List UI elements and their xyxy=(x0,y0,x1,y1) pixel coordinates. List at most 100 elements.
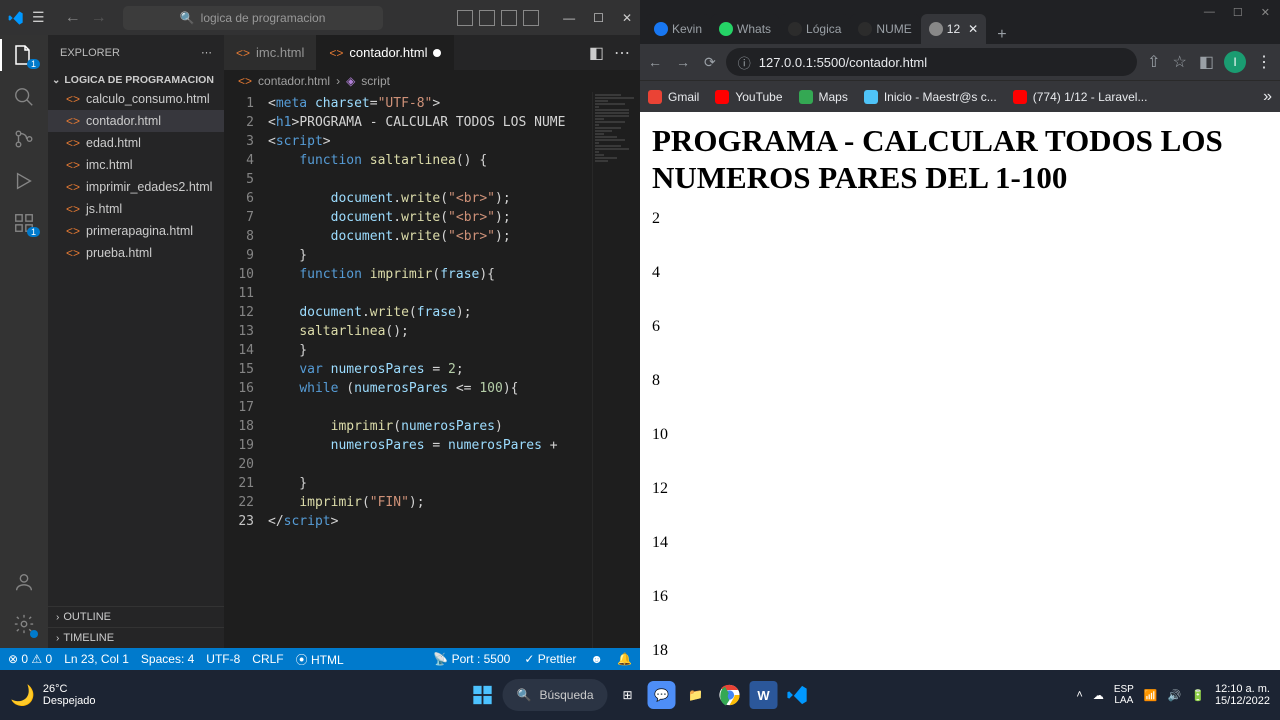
new-tab-button[interactable]: + xyxy=(987,26,1016,44)
taskbar-clock[interactable]: 12:10 a. m. 15/12/2022 xyxy=(1215,683,1270,707)
task-view-icon[interactable]: ⊞ xyxy=(614,681,642,709)
editor-tab[interactable]: <>imc.html xyxy=(224,35,317,70)
search-icon: 🔍 xyxy=(517,688,532,702)
search-activity-icon[interactable] xyxy=(12,85,36,109)
outline-section[interactable]: ›OUTLINE xyxy=(48,606,224,627)
browser-reload-icon[interactable]: ⟳ xyxy=(704,54,716,71)
file-item[interactable]: <>imprimir_edades2.html xyxy=(48,176,224,198)
vscode-app-icon[interactable] xyxy=(784,681,812,709)
browser-tab[interactable]: Kevin xyxy=(646,14,710,44)
explorer-more-icon[interactable]: ⋯ xyxy=(201,46,212,59)
status-lang[interactable]: ⦿ HTML xyxy=(296,651,344,668)
browser-tab[interactable]: 12✕ xyxy=(921,14,986,44)
status-encoding[interactable]: UTF-8 xyxy=(206,652,240,666)
status-notifications-icon[interactable]: 🔔 xyxy=(617,652,632,666)
start-button[interactable] xyxy=(469,681,497,709)
layout-panel-bottom-icon[interactable] xyxy=(479,10,495,26)
browser-tab[interactable]: Whats xyxy=(711,14,779,44)
editor-area: <>imc.html<>contador.html ◧ ⋯ <> contado… xyxy=(224,35,640,648)
browser-minimize-icon[interactable]: — xyxy=(1204,6,1215,19)
run-debug-activity-icon[interactable] xyxy=(12,169,36,193)
window-close-icon[interactable]: ✕ xyxy=(622,11,632,25)
timeline-label: TIMELINE xyxy=(63,632,114,644)
bookmark-star-icon[interactable]: ☆ xyxy=(1173,52,1187,72)
extensions-activity-icon[interactable]: 1 xyxy=(12,211,36,235)
bookmark-item[interactable]: (774) 1/12 - Laravel... xyxy=(1013,90,1148,104)
taskbar-search[interactable]: 🔍 Búsqueda xyxy=(503,679,608,711)
nav-forward-icon[interactable]: → xyxy=(91,9,107,27)
window-minimize-icon[interactable]: — xyxy=(563,11,575,25)
tab-close-icon[interactable]: ✕ xyxy=(968,22,978,36)
status-eol[interactable]: CRLF xyxy=(252,652,283,666)
status-spaces[interactable]: Spaces: 4 xyxy=(141,652,194,666)
chevron-right-icon: › xyxy=(56,633,59,644)
explorer-app-icon[interactable]: 📁 xyxy=(682,681,710,709)
timeline-section[interactable]: › TIMELINE xyxy=(48,627,224,648)
bookmark-item[interactable]: Maps xyxy=(799,90,848,104)
command-center-search[interactable]: 🔍 logica de programacion xyxy=(123,6,383,30)
folder-header[interactable]: ⌄ LOGICA DE PROGRAMACION xyxy=(48,72,224,88)
bookmark-item[interactable]: Gmail xyxy=(648,90,699,104)
window-maximize-icon[interactable]: ☐ xyxy=(593,11,604,25)
editor-tab[interactable]: <>contador.html xyxy=(317,35,454,70)
taskbar-weather[interactable]: 🌙 26°C Despejado xyxy=(10,683,96,708)
tray-chevron-icon[interactable]: ˄ xyxy=(1076,689,1082,701)
sidepanel-icon[interactable]: ◧ xyxy=(1199,52,1214,72)
browser-tab[interactable]: NUME xyxy=(850,14,919,44)
bookmark-item[interactable]: YouTube xyxy=(715,90,782,104)
layout-panel-right-icon[interactable] xyxy=(501,10,517,26)
tray-volume-icon[interactable]: 🔊 xyxy=(1168,689,1182,702)
status-cursor[interactable]: Ln 23, Col 1 xyxy=(64,652,129,666)
share-icon[interactable]: ⇧ xyxy=(1147,52,1160,72)
breadcrumb-file: contador.html xyxy=(258,74,330,88)
file-item[interactable]: <>js.html xyxy=(48,198,224,220)
source-control-activity-icon[interactable] xyxy=(12,127,36,151)
accounts-activity-icon[interactable] xyxy=(12,570,36,594)
nav-back-icon[interactable]: ← xyxy=(65,9,81,27)
editor-more-icon[interactable]: ⋯ xyxy=(614,43,630,63)
browser-forward-icon[interactable]: → xyxy=(676,54,690,71)
browser-maximize-icon[interactable]: ☐ xyxy=(1233,6,1243,19)
file-name: js.html xyxy=(86,202,122,216)
file-item[interactable]: <>edad.html xyxy=(48,132,224,154)
tray-wifi-icon[interactable]: 📶 xyxy=(1144,689,1158,702)
browser-back-icon[interactable]: ← xyxy=(648,54,662,71)
tray-onedrive-icon[interactable]: ☁ xyxy=(1093,689,1104,702)
split-editor-icon[interactable]: ◧ xyxy=(589,43,604,63)
file-item[interactable]: <>imc.html xyxy=(48,154,224,176)
tray-battery-icon[interactable]: 🔋 xyxy=(1191,689,1205,702)
tab-label: imc.html xyxy=(256,45,304,60)
chrome-app-icon[interactable] xyxy=(716,681,744,709)
file-item[interactable]: <>prueba.html xyxy=(48,242,224,264)
status-prettier[interactable]: ✓ Prettier xyxy=(524,652,576,666)
code-editor[interactable]: 1234567891011121314151617181920212223 <m… xyxy=(224,92,640,648)
status-errors[interactable]: ⊗ 0 ⚠ 0 xyxy=(8,652,52,666)
file-item[interactable]: <>contador.html xyxy=(48,110,224,132)
layout-customize-icon[interactable] xyxy=(523,10,539,26)
file-item[interactable]: <>calculo_consumo.html xyxy=(48,88,224,110)
breadcrumb[interactable]: <> contador.html › ◈ script xyxy=(224,70,640,92)
status-feedback-icon[interactable]: ☻ xyxy=(590,652,603,666)
browser-viewport: PROGRAMA - CALCULAR TODOS LOS NUMEROS PA… xyxy=(640,112,1280,670)
explorer-activity-icon[interactable]: 1 xyxy=(12,43,36,67)
taskbar-language[interactable]: ESP LAA xyxy=(1114,684,1134,706)
status-port[interactable]: 📡 Port : 5500 xyxy=(433,652,510,666)
minimap[interactable] xyxy=(592,92,640,648)
browser-close-icon[interactable]: ✕ xyxy=(1261,6,1270,19)
browser-menu-icon[interactable]: ⋮ xyxy=(1256,52,1272,72)
browser-tab[interactable]: Lógica xyxy=(780,14,849,44)
layout-panel-left-icon[interactable] xyxy=(457,10,473,26)
chevron-right-icon: › xyxy=(336,74,340,88)
bookmark-item[interactable]: Inicio - Maestr@s c... xyxy=(864,90,997,104)
profile-avatar[interactable]: I xyxy=(1224,51,1246,73)
chat-app-icon[interactable]: 💬 xyxy=(648,681,676,709)
word-app-icon[interactable]: W xyxy=(750,681,778,709)
site-info-icon[interactable]: ⓘ xyxy=(738,53,751,72)
code-content: <meta charset="UTF-8"> <h1>PROGRAMA - CA… xyxy=(268,92,592,648)
vscode-logo-icon xyxy=(8,10,24,26)
settings-activity-icon[interactable] xyxy=(12,612,36,636)
menu-button-icon[interactable]: ☰ xyxy=(32,9,45,26)
address-bar[interactable]: ⓘ 127.0.0.1:5500/contador.html xyxy=(726,48,1137,76)
file-item[interactable]: <>primerapagina.html xyxy=(48,220,224,242)
bookmarks-overflow-icon[interactable]: » xyxy=(1263,88,1272,106)
